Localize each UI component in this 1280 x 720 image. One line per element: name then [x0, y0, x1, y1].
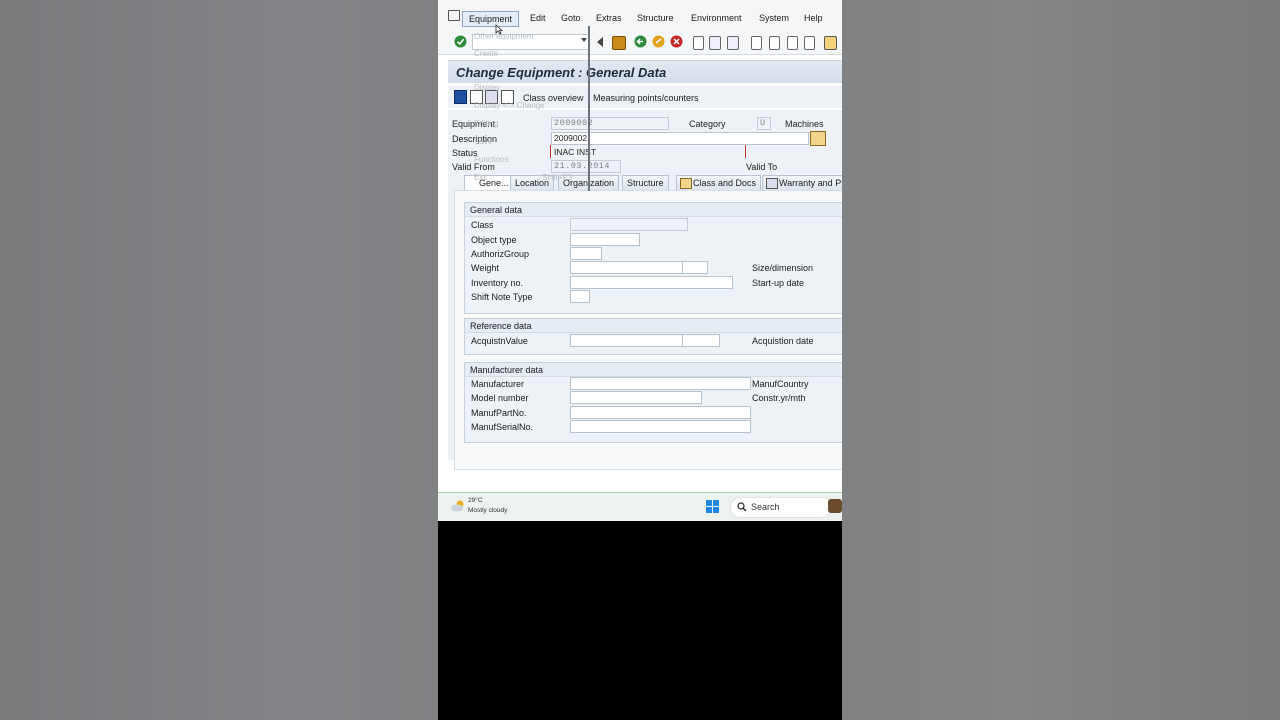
general-data-title: General data: [470, 205, 523, 215]
taskbar-search-box[interactable]: Search: [730, 497, 832, 518]
long-text-edit-icon[interactable]: [810, 131, 826, 146]
windows-taskbar: 29°C Mostly cloudy Search: [438, 492, 842, 521]
last-page-icon[interactable]: [804, 36, 815, 50]
class-field[interactable]: [570, 218, 688, 231]
menu-equipment[interactable]: Equipment: [462, 11, 520, 27]
acquistn-value-field[interactable]: [570, 334, 683, 347]
constr-yr-mth-label: Constr.yr/mth: [752, 393, 806, 403]
video-frame: Equipment Edit Goto Extras Structure Env…: [438, 0, 842, 720]
reference-data-title: Reference data: [470, 321, 532, 331]
manufacturer-field[interactable]: [570, 377, 751, 390]
next-page-icon[interactable]: [787, 36, 798, 50]
background-right-blur: [842, 0, 1280, 720]
menu-option-create[interactable]: Create: [474, 49, 498, 58]
menu-option-display[interactable]: Display: [474, 83, 500, 92]
layout-menu-icon[interactable]: [824, 36, 837, 50]
class-label: Class: [471, 220, 494, 230]
tab-warranty[interactable]: Warranty and P: [762, 175, 842, 190]
first-page-icon[interactable]: [751, 36, 762, 50]
menu-option-exit-shortcut: Shift+F3: [542, 173, 573, 182]
shift-note-type-label: Shift Note Type: [471, 292, 533, 302]
authoriz-group-field[interactable]: [570, 247, 602, 260]
warranty-icon: [766, 178, 778, 189]
menu-option-editing[interactable]: Editing: [474, 119, 498, 128]
search-icon: [737, 502, 747, 512]
size-dimension-label: Size/dimension: [752, 263, 814, 273]
menu-help[interactable]: Help: [804, 13, 823, 23]
manuf-country-label: ManufCountry: [752, 379, 809, 389]
back-arrow-icon[interactable]: [596, 36, 604, 48]
weather-temperature: 29°C: [468, 497, 483, 504]
windows-start-icon[interactable]: [706, 500, 719, 513]
back-icon[interactable]: [634, 35, 647, 48]
menu-option-display-change[interactable]: Display <-> Change: [474, 101, 545, 110]
object-type-label: Object type: [471, 235, 517, 245]
manuf-serial-no-label: ManufSerialNo.: [471, 422, 534, 432]
menu-environment[interactable]: Environment: [691, 13, 742, 23]
menu-option-other-equipment[interactable]: Other equipment: [474, 32, 534, 41]
background-left-blur: [0, 0, 438, 720]
manufacturer-label: Manufacturer: [471, 379, 525, 389]
weight-unit-field[interactable]: [682, 261, 708, 274]
menu-goto[interactable]: Goto: [561, 13, 581, 23]
mouse-cursor-icon: [495, 24, 503, 35]
taskbar-app-icon[interactable]: [828, 499, 842, 513]
cancel-icon[interactable]: [670, 35, 683, 48]
category-text: Machines: [785, 119, 824, 129]
startup-date-label: Start-up date: [752, 278, 805, 288]
tab-structure[interactable]: Structure: [622, 175, 669, 190]
inventory-no-field[interactable]: [570, 276, 733, 289]
tab-structure-label: Structure: [627, 178, 664, 188]
weight-field[interactable]: [570, 261, 683, 274]
tab-warranty-label: Warranty and P: [779, 178, 842, 188]
weight-label: Weight: [471, 263, 499, 273]
sap-window: Equipment Edit Goto Extras Structure Env…: [438, 0, 842, 492]
manufacturer-data-title: Manufacturer data: [470, 365, 544, 375]
measuring-points-button[interactable]: Measuring points/counters: [593, 93, 699, 103]
print-icon[interactable]: [693, 36, 704, 50]
exit-icon[interactable]: [652, 35, 665, 48]
acquistn-currency-field[interactable]: [682, 334, 720, 347]
folder-icon: [680, 178, 692, 189]
menu-option-exit[interactable]: Exit: [474, 173, 487, 182]
weather-cloud-icon[interactable]: [450, 499, 466, 513]
manuf-part-no-label: ManufPartNo.: [471, 408, 527, 418]
model-number-field[interactable]: [570, 391, 702, 404]
enter-checkmark-icon[interactable]: [454, 35, 467, 48]
weather-condition: Mostly cloudy: [468, 507, 508, 514]
find-icon[interactable]: [709, 36, 721, 50]
find-next-icon[interactable]: [727, 36, 739, 50]
search-placeholder: Search: [751, 502, 780, 512]
acquisition-date-label: Acquistion date: [752, 336, 814, 346]
authoriz-group-label: AuthorizGroup: [471, 249, 530, 259]
category-label: Category: [689, 119, 726, 129]
inventory-no-label: Inventory no.: [471, 278, 524, 288]
object-type-field[interactable]: [570, 233, 640, 246]
menu-system[interactable]: System: [759, 13, 789, 23]
window-menu-icon[interactable]: [448, 10, 460, 21]
model-number-label: Model number: [471, 393, 529, 403]
acquistn-value-label: AcquistnValue: [471, 336, 528, 346]
shift-note-type-field[interactable]: [570, 290, 590, 303]
menu-structure[interactable]: Structure: [637, 13, 674, 23]
manuf-serial-no-field[interactable]: [570, 420, 751, 433]
menu-option-save[interactable]: Save: [474, 137, 492, 146]
menu-option-functions[interactable]: Functions: [474, 155, 509, 164]
equipment-menu-dropdown: Other equipment Create Display Display <…: [468, 26, 590, 191]
category-field[interactable]: U: [757, 117, 771, 130]
info-icon[interactable]: [454, 90, 467, 104]
valid-to-label: Valid To: [746, 162, 778, 172]
previous-page-icon[interactable]: [769, 36, 780, 50]
tab-class-and-docs-label: Class and Docs: [693, 178, 757, 188]
menu-extras[interactable]: Extras: [596, 13, 622, 23]
save-icon[interactable]: [612, 36, 626, 50]
menu-edit[interactable]: Edit: [530, 13, 546, 23]
tab-class-and-docs[interactable]: Class and Docs: [676, 175, 762, 190]
manuf-part-no-field[interactable]: [570, 406, 751, 419]
